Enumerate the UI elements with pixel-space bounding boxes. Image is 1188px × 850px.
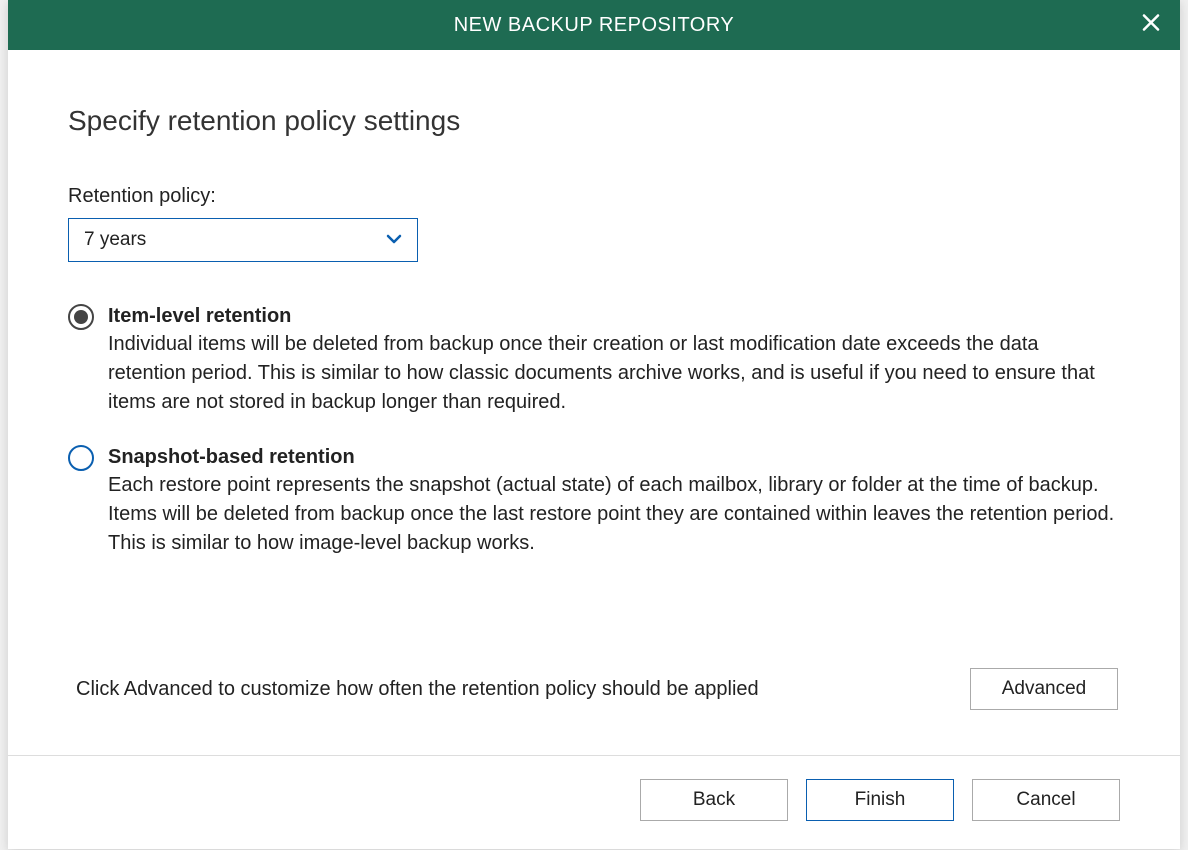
radio-button-icon: [68, 445, 94, 471]
titlebar: NEW BACKUP REPOSITORY: [8, 0, 1180, 50]
dropdown-value: 7 years: [84, 229, 146, 251]
page-heading: Specify retention policy settings: [68, 105, 1120, 137]
advanced-button[interactable]: Advanced: [970, 668, 1118, 710]
radio-description: Each restore point represents the snapsh…: [108, 471, 1120, 558]
dialog-new-backup-repository: NEW BACKUP REPOSITORY Specify retention …: [8, 0, 1180, 849]
advanced-row: Click Advanced to customize how often th…: [68, 668, 1120, 735]
cancel-button[interactable]: Cancel: [972, 779, 1120, 821]
retention-policy-label: Retention policy:: [68, 185, 1120, 208]
radio-title: Snapshot-based retention: [108, 443, 1120, 471]
retention-policy-dropdown[interactable]: 7 years: [68, 218, 418, 262]
radio-item-level-retention[interactable]: Item-level retention Individual items wi…: [68, 302, 1120, 417]
advanced-hint-text: Click Advanced to customize how often th…: [76, 678, 759, 701]
finish-button[interactable]: Finish: [806, 779, 954, 821]
button-row: Back Finish Cancel: [8, 755, 1180, 849]
window-title: NEW BACKUP REPOSITORY: [454, 14, 735, 37]
chevron-down-icon: [386, 231, 402, 249]
radio-content: Snapshot-based retention Each restore po…: [108, 443, 1120, 558]
radio-description: Individual items will be deleted from ba…: [108, 330, 1120, 417]
dialog-content: Specify retention policy settings Retent…: [8, 50, 1180, 755]
close-icon[interactable]: [1142, 14, 1160, 37]
radio-content: Item-level retention Individual items wi…: [108, 302, 1120, 417]
back-button[interactable]: Back: [640, 779, 788, 821]
radio-snapshot-based-retention[interactable]: Snapshot-based retention Each restore po…: [68, 443, 1120, 558]
radio-button-icon: [68, 304, 94, 330]
radio-title: Item-level retention: [108, 302, 1120, 330]
retention-radio-group: Item-level retention Individual items wi…: [68, 302, 1120, 558]
